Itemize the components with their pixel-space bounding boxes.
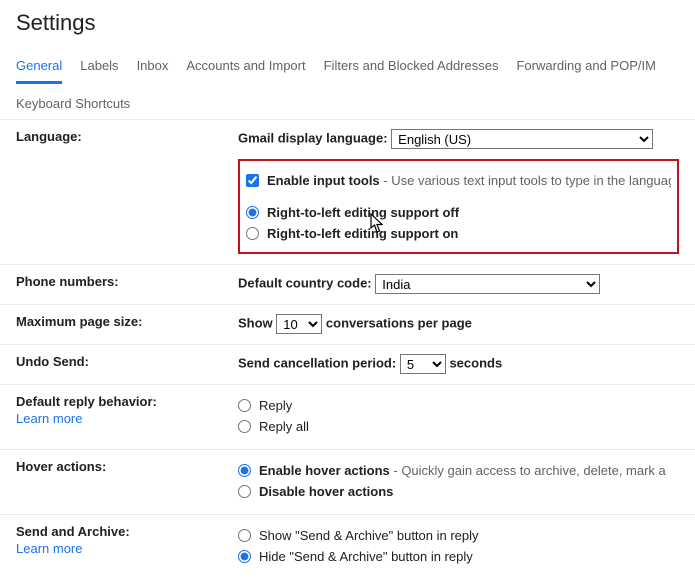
section-default-reply: Default reply behavior: Learn more Reply… [0,384,695,449]
rtl-on-label: Right-to-left editing support on [267,225,458,243]
section-send-archive: Send and Archive: Learn more Show "Send … [0,514,695,579]
subtab-keyboard-shortcuts[interactable]: Keyboard Shortcuts [0,85,695,119]
default-reply-learn-more[interactable]: Learn more [16,411,238,426]
enable-hover-radio[interactable] [238,464,251,477]
page-size-label: Maximum page size: [16,314,238,334]
reply-all-radio[interactable] [238,420,251,433]
language-label: Language: [16,129,238,254]
page-size-show: Show [238,315,273,330]
enable-input-tools-desc: - Use various text input tools to type i… [380,173,671,188]
tab-accounts-import[interactable]: Accounts and Import [186,52,305,84]
page-size-select[interactable]: 10 [276,314,322,334]
page-size-suffix: conversations per page [326,315,472,330]
undo-send-select[interactable]: 5 [400,354,446,374]
reply-option-label: Reply [259,397,292,415]
enable-input-tools-label: Enable input tools [267,173,380,188]
section-language: Language: Gmail display language: Englis… [0,119,695,264]
rtl-off-radio[interactable] [246,206,259,219]
default-reply-label: Default reply behavior: [16,394,157,409]
rtl-off-label: Right-to-left editing support off [267,204,459,222]
send-archive-label: Send and Archive: [16,524,130,539]
page-title: Settings [0,0,695,44]
show-send-archive-label: Show "Send & Archive" button in reply [259,527,479,545]
undo-send-prefix: Send cancellation period: [238,355,396,370]
tab-filters-blocked[interactable]: Filters and Blocked Addresses [324,52,499,84]
tab-general[interactable]: General [16,52,62,84]
phone-numbers-label: Phone numbers: [16,274,238,294]
hide-send-archive-radio[interactable] [238,550,251,563]
section-hover-actions: Hover actions: Enable hover actions - Qu… [0,449,695,514]
language-highlight-box: Enable input tools - Use various text in… [238,159,679,254]
settings-tabs: General Labels Inbox Accounts and Import… [0,44,695,85]
send-archive-learn-more[interactable]: Learn more [16,541,238,556]
enable-hover-desc: - Quickly gain access to archive, delete… [390,463,666,478]
hover-actions-label: Hover actions: [16,459,238,504]
hide-send-archive-label: Hide "Send & Archive" button in reply [259,548,473,566]
reply-all-option-label: Reply all [259,418,309,436]
undo-send-suffix: seconds [449,355,502,370]
reply-radio[interactable] [238,399,251,412]
disable-hover-label: Disable hover actions [259,483,393,501]
default-country-code-label: Default country code: [238,275,372,290]
section-page-size: Maximum page size: Show 10 conversations… [0,304,695,344]
enable-input-tools-checkbox[interactable] [246,174,259,187]
disable-hover-radio[interactable] [238,485,251,498]
undo-send-label: Undo Send: [16,354,238,374]
tab-labels[interactable]: Labels [80,52,118,84]
default-country-code-select[interactable]: India [375,274,600,294]
enable-hover-label: Enable hover actions [259,463,390,478]
gmail-display-language-select[interactable]: English (US) [391,129,653,149]
tab-forwarding-pop[interactable]: Forwarding and POP/IM [516,52,655,84]
section-phone-numbers: Phone numbers: Default country code: Ind… [0,264,695,304]
section-undo-send: Undo Send: Send cancellation period: 5 s… [0,344,695,384]
show-send-archive-radio[interactable] [238,529,251,542]
tab-inbox[interactable]: Inbox [137,52,169,84]
gmail-display-language-label: Gmail display language: [238,130,388,145]
rtl-on-radio[interactable] [246,227,259,240]
